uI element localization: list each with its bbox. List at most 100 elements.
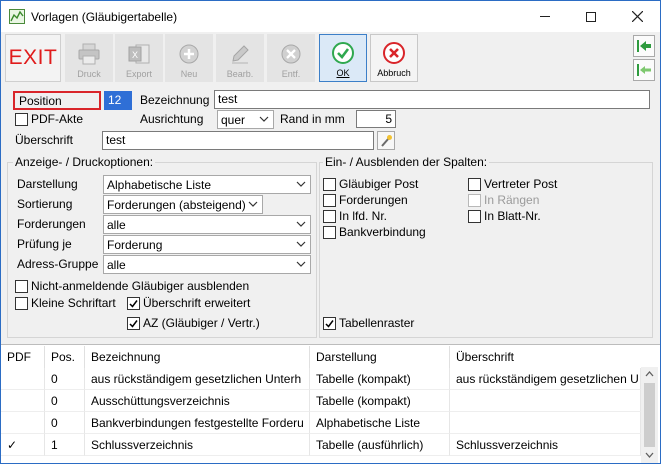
table-cell[interactable]: Bankverbindungen festgestellte Forderu [85, 412, 310, 434]
position-input[interactable]: 12 [104, 91, 132, 110]
maximize-button[interactable] [568, 1, 614, 32]
table-cell[interactable]: aus rückständigem gesetzlichen U [450, 368, 641, 390]
table-cell[interactable]: 0 [45, 390, 85, 412]
table-cell[interactable]: ✓ [1, 434, 45, 456]
col-header-darstellung[interactable]: Darstellung [310, 346, 450, 368]
neu-button[interactable]: Neu [165, 34, 213, 82]
table-cell[interactable]: 1 [45, 434, 85, 456]
rand-input[interactable]: 5 [356, 110, 396, 128]
table-cell[interactable] [1, 412, 45, 434]
col-header-bezeichnung[interactable]: Bezeichnung [85, 346, 310, 368]
table-cell[interactable] [450, 412, 641, 434]
glaeubiger-post-label: Gläubiger Post [339, 177, 419, 191]
chevron-down-icon [296, 241, 306, 247]
vertreter-post-label: Vertreter Post [484, 177, 558, 191]
sortierung-select[interactable]: Forderungen (absteigend) [103, 195, 263, 214]
ausrichtung-select[interactable]: quer [217, 110, 274, 129]
toolbar: EXIT Druck X Export Neu Bearb. Entf. OK … [1, 32, 660, 84]
chevron-down-icon [296, 261, 306, 267]
col-header-pdf[interactable]: PDF [1, 346, 45, 368]
kleine-schrift-checkbox[interactable]: Kleine Schriftart [15, 296, 116, 310]
table-cell[interactable] [1, 390, 45, 412]
exit-button[interactable]: EXIT [5, 34, 61, 82]
close-button[interactable] [614, 1, 660, 32]
sortierung-value: Forderungen (absteigend) [107, 198, 246, 212]
glaeubiger-post-checkbox[interactable]: Gläubiger Post [323, 177, 418, 191]
pdf-akte-checkbox[interactable]: PDF-Akte [15, 112, 83, 126]
nicht-anmeldende-checkbox[interactable]: Nicht-anmeldende Gläubiger ausblenden [15, 279, 249, 293]
export-button[interactable]: X Export [115, 34, 163, 82]
adress-gruppe-value: alle [107, 258, 126, 272]
chevron-down-icon [296, 181, 306, 187]
table-cell[interactable]: Alphabetische Liste [310, 412, 450, 434]
tabellenraster-label: Tabellenraster [339, 316, 415, 330]
add-icon [176, 42, 202, 66]
vertreter-post-box [468, 177, 481, 191]
tabellenraster-checkbox[interactable]: Tabellenraster [323, 316, 414, 330]
table-cell[interactable]: Tabelle (kompakt) [310, 390, 450, 412]
scroll-down-icon[interactable] [645, 452, 654, 459]
check-icon [330, 41, 356, 65]
abbruch-button[interactable]: Abbruch [370, 34, 418, 82]
table-cell[interactable]: Tabelle (ausführlich) [310, 434, 450, 456]
pruefung-value: Forderung [107, 238, 163, 252]
druck-button[interactable]: Druck [65, 34, 113, 82]
table-cell[interactable]: Ausschüttungsverzeichnis [85, 390, 310, 412]
table-scrollbar-thumb[interactable] [644, 383, 655, 447]
table-cell[interactable]: aus rückständigem gesetzlichen Unterh [85, 368, 310, 390]
table-cell[interactable]: Schlussverzeichnis [85, 434, 310, 456]
entf-label: Entf. [281, 69, 301, 79]
table-cell[interactable]: Schlussverzeichnis [450, 434, 641, 456]
minimize-icon [540, 16, 550, 17]
in-blatt-nr-checkbox[interactable]: In Blatt-Nr. [468, 209, 541, 223]
nicht-anmeldende-label: Nicht-anmeldende Gläubiger ausblenden [31, 279, 250, 293]
table-cell[interactable] [450, 390, 641, 412]
ueberschrift-erweitert-box [127, 296, 140, 310]
bezeichnung-input[interactable]: test [214, 90, 650, 109]
pruefung-select[interactable]: Forderung [103, 235, 311, 254]
bankverbindung-checkbox[interactable]: Bankverbindung [323, 225, 426, 239]
bearb-button[interactable]: Bearb. [216, 34, 264, 82]
table-cell[interactable]: 0 [45, 412, 85, 434]
table-cell[interactable] [1, 368, 45, 390]
forderungen-checkbox[interactable]: Forderungen [323, 193, 408, 207]
adress-gruppe-select[interactable]: alle [103, 255, 311, 274]
kleine-schrift-box [15, 296, 28, 310]
svg-text:X: X [132, 50, 138, 60]
close-icon [631, 11, 643, 22]
minimize-button[interactable] [522, 1, 568, 32]
in-raengen-box [468, 193, 481, 207]
nav-back-button[interactable] [633, 59, 655, 81]
bezeichnung-label: Bezeichnung [140, 93, 210, 107]
pdf-akte-box [15, 112, 28, 126]
col-header-ueberschrift[interactable]: Überschrift [450, 346, 641, 368]
ueberschrift-input[interactable]: test [102, 131, 374, 150]
darstellung-select[interactable]: Alphabetische Liste [103, 175, 311, 194]
ok-button[interactable]: OK [319, 34, 367, 82]
forderungen-col-label: Forderungen [339, 193, 408, 207]
ueberschrift-picker-button[interactable] [377, 131, 395, 150]
nav-first-button[interactable] [633, 35, 655, 57]
ueberschrift-erweitert-checkbox[interactable]: Überschrift erweitert [127, 296, 250, 310]
az-box [127, 316, 140, 330]
kleine-schrift-label: Kleine Schriftart [31, 296, 116, 310]
col-header-pos[interactable]: Pos. [45, 346, 85, 368]
vertreter-post-checkbox[interactable]: Vertreter Post [468, 177, 557, 191]
druck-label: Druck [77, 69, 101, 79]
az-checkbox[interactable]: AZ (Gläubiger / Vertr.) [127, 316, 260, 330]
anzeige-title: Anzeige- / Druckoptionen: [13, 155, 156, 169]
table-cell[interactable]: 0 [45, 368, 85, 390]
checkmark-icon [129, 319, 138, 328]
in-raengen-checkbox[interactable]: In Rängen [468, 193, 539, 207]
entf-button[interactable]: Entf. [267, 34, 315, 82]
scroll-up-icon[interactable] [645, 370, 654, 377]
in-lfd-nr-checkbox[interactable]: In lfd. Nr. [323, 209, 387, 223]
table-cell[interactable]: Tabelle (kompakt) [310, 368, 450, 390]
chevron-down-icon [259, 116, 269, 122]
pdf-akte-label: PDF-Akte [31, 112, 84, 126]
neu-label: Neu [180, 69, 198, 79]
in-blatt-nr-box [468, 209, 481, 223]
forderungen-select[interactable]: alle [103, 215, 311, 234]
bankverbindung-box [323, 225, 336, 239]
adress-gruppe-label: Adress-Gruppe [17, 257, 99, 271]
